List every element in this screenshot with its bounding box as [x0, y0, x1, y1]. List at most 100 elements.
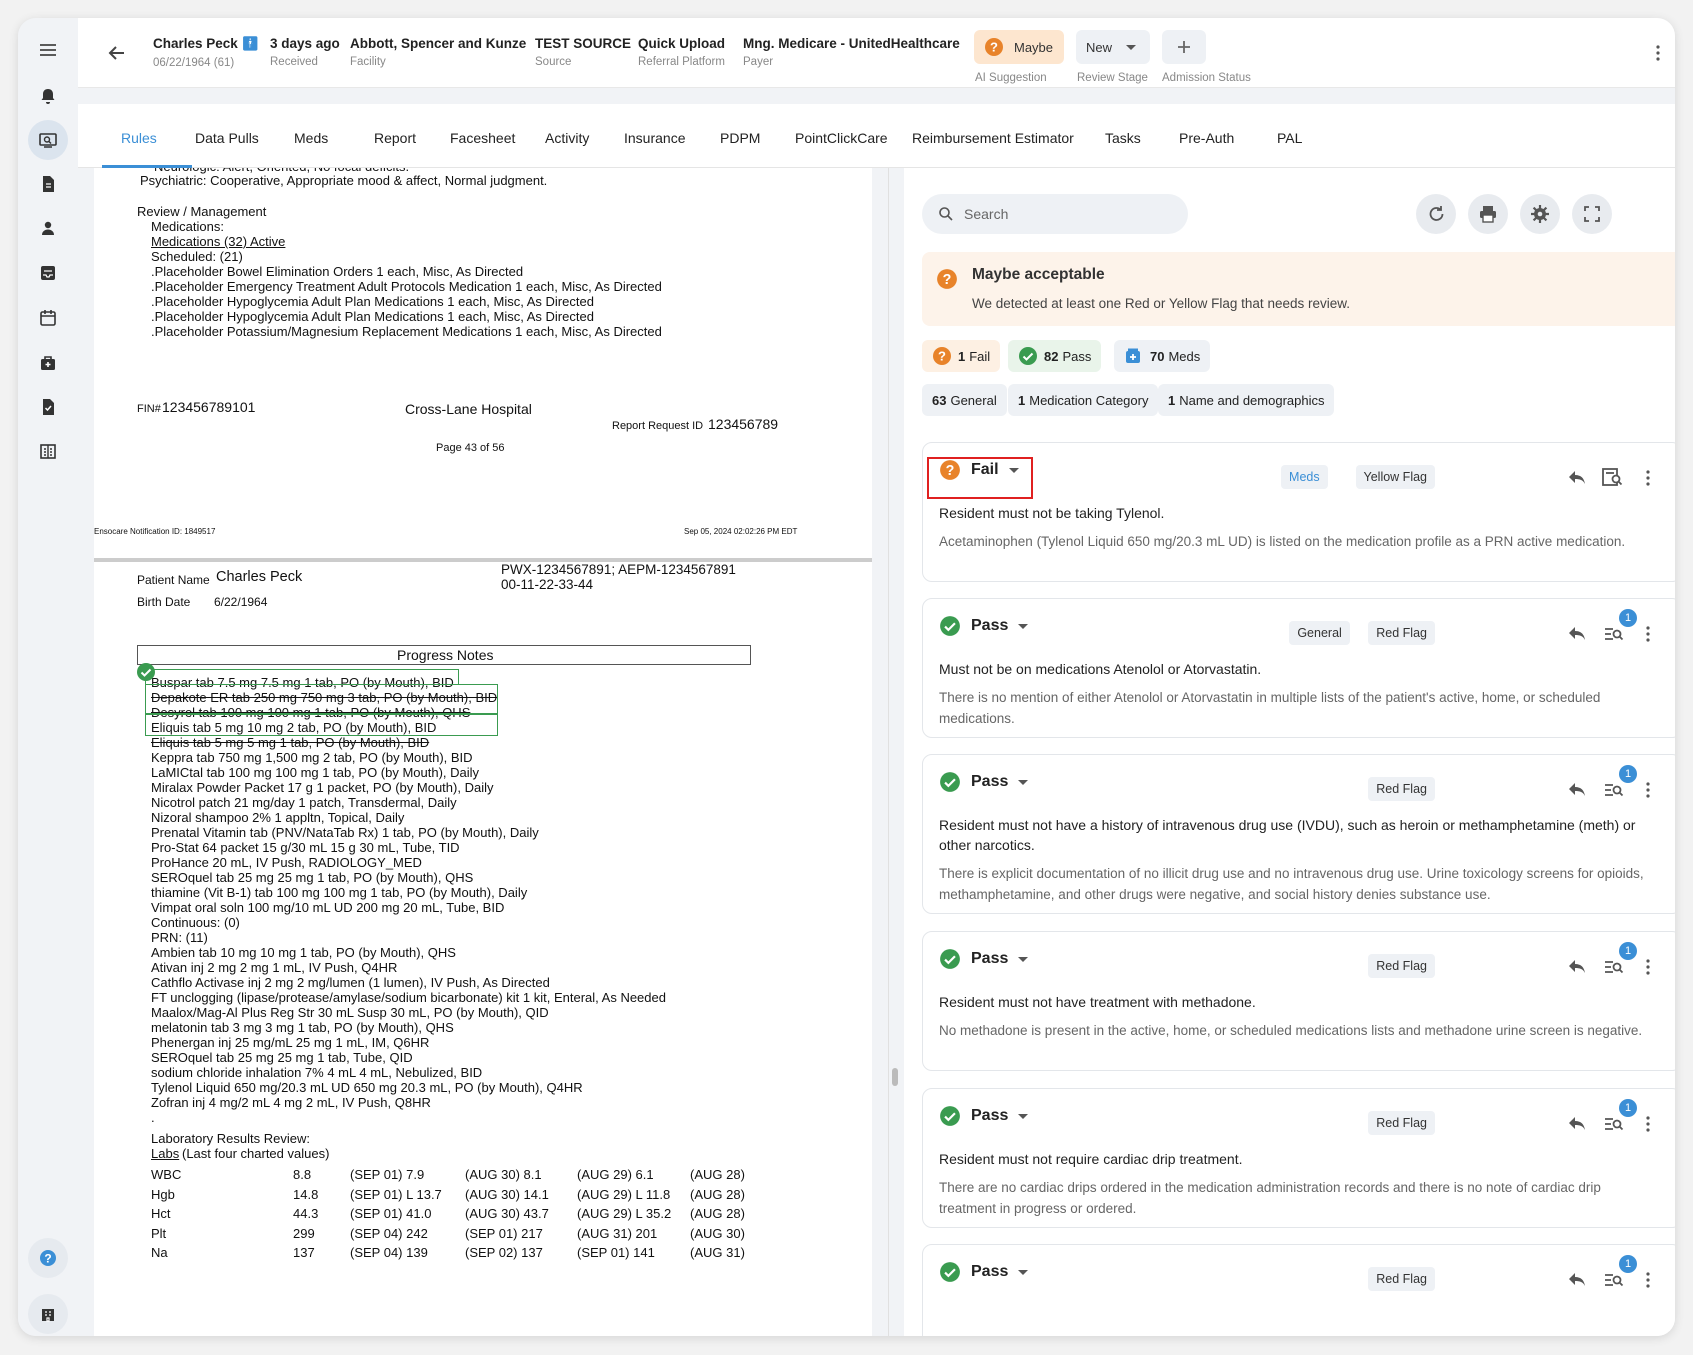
rules-panel: Search ? Maybe acceptable We detected at… — [904, 168, 1675, 1336]
rule-status-label: Pass — [971, 950, 1009, 967]
rule-status-dropdown[interactable]: ? Fail — [939, 459, 1019, 481]
page-divider — [94, 558, 872, 562]
add-admission-button[interactable] — [1162, 30, 1206, 64]
print-button[interactable] — [1468, 194, 1508, 234]
category-chip[interactable]: 1 Medication Category — [1008, 384, 1159, 416]
payer-value: Mng. Medicare - UnitedHealthcare — [743, 36, 960, 51]
rule-status-dropdown[interactable]: Pass — [939, 1105, 1029, 1127]
reply-icon[interactable] — [1567, 781, 1587, 797]
tab-data-pulls[interactable]: Data Pulls — [195, 130, 259, 146]
rule-tag[interactable]: Red Flag — [1368, 1111, 1435, 1135]
bell-icon[interactable] — [28, 76, 68, 116]
document-icon[interactable] — [28, 164, 68, 204]
checklist-icon[interactable] — [28, 387, 68, 427]
patient-info[interactable]: Charles Peck 🚹︎ 06/22/1964 (61) — [153, 36, 259, 69]
more-vert-icon[interactable] — [1645, 958, 1651, 976]
resize-handle[interactable] — [892, 1068, 898, 1086]
more-vert-icon[interactable] — [1645, 1271, 1651, 1289]
doc-lab-cell: Hgb — [151, 1186, 175, 1202]
rule-status-dropdown[interactable]: Pass — [939, 771, 1029, 793]
search-icon — [939, 207, 953, 221]
doc-match-highlight[interactable] — [145, 684, 498, 714]
referral-screen-icon[interactable] — [28, 120, 68, 160]
facility-icon[interactable] — [28, 1294, 68, 1334]
rule-status-dropdown[interactable]: Pass — [939, 948, 1029, 970]
rule-tag[interactable]: Red Flag — [1368, 777, 1435, 801]
list-search-icon[interactable] — [1603, 781, 1625, 799]
more-vert-icon[interactable] — [1645, 1115, 1651, 1133]
review-stage-select[interactable]: New — [1076, 30, 1150, 64]
more-vert-icon[interactable] — [1655, 44, 1661, 62]
document-viewer[interactable]: Neurologic: Alert, Oriented, No focal de… — [94, 168, 872, 1336]
received-info: 3 days ago Received — [270, 36, 340, 68]
pass-count: 82 — [1044, 348, 1059, 364]
tab-pre-auth[interactable]: Pre-Auth — [1179, 130, 1234, 146]
rule-tag[interactable]: General — [1289, 621, 1350, 645]
reply-icon[interactable] — [1567, 625, 1587, 641]
doc-match-highlight[interactable] — [145, 714, 498, 736]
list-search-icon[interactable] — [1603, 1115, 1625, 1133]
payer-info: Mng. Medicare - UnitedHealthcare Payer — [743, 36, 960, 68]
rule-card[interactable]: Pass Red Flag 1 Resident must not have trea… — [922, 931, 1675, 1071]
tab-activity[interactable]: Activity — [545, 130, 589, 146]
person-icon[interactable] — [28, 208, 68, 248]
rule-tag[interactable]: Meds — [1281, 465, 1328, 489]
tab-report[interactable]: Report — [374, 130, 416, 146]
rule-card[interactable]: Pass Red Flag 1 Resident must not have a hi… — [922, 754, 1675, 914]
tab-tasks[interactable]: Tasks — [1105, 130, 1141, 146]
doc-match-highlight[interactable] — [145, 669, 459, 685]
menu-icon[interactable] — [28, 30, 68, 70]
tab-pointclickcare[interactable]: PointClickCare — [795, 130, 888, 146]
pass-count-chip[interactable]: 82 Pass — [1008, 340, 1102, 372]
rule-card[interactable]: Pass Red Flag 1 Resident must not require c… — [922, 1088, 1675, 1228]
tab-pdpm[interactable]: PDPM — [720, 130, 760, 146]
tab-pal[interactable]: PAL — [1277, 130, 1302, 146]
back-arrow-icon[interactable] — [106, 42, 128, 64]
svg-text:?: ? — [990, 40, 998, 55]
help-icon[interactable]: ? — [28, 1238, 68, 1278]
document-search-icon[interactable] — [1601, 467, 1625, 487]
rule-card[interactable]: Pass Red Flag General 1 Must not be on medic… — [922, 598, 1675, 738]
category-chip[interactable]: 63 General — [922, 384, 1007, 416]
rule-card[interactable]: ? Fail Yellow Flag Meds Resident must not be… — [922, 442, 1675, 582]
tab-meds[interactable]: Meds — [294, 130, 328, 146]
category-chip[interactable]: 1 Name and demographics — [1158, 384, 1335, 416]
rule-tag[interactable]: Red Flag — [1368, 954, 1435, 978]
rule-card[interactable]: Pass Red Flag 1 — [922, 1244, 1675, 1336]
tab-rules[interactable]: Rules — [121, 130, 157, 146]
tab-reimbursement-estimator[interactable]: Reimbursement Estimator — [912, 130, 1074, 146]
rule-status-dropdown[interactable]: Pass — [939, 615, 1029, 637]
doc-lab-cell: (AUG 28) — [690, 1206, 745, 1221]
panel-splitter[interactable] — [888, 168, 889, 1336]
reply-icon[interactable] — [1567, 958, 1587, 974]
list-search-icon[interactable] — [1603, 625, 1625, 643]
ai-suggestion-pill[interactable]: ? Maybe — [974, 30, 1064, 64]
building-icon[interactable] — [28, 431, 68, 471]
more-vert-icon[interactable] — [1645, 469, 1651, 487]
rule-title: Must not be on medications Atenolol or A… — [939, 661, 1262, 677]
calendar-icon[interactable] — [28, 298, 68, 338]
rule-tag[interactable]: Yellow Flag — [1355, 465, 1435, 489]
search-input[interactable]: Search — [922, 194, 1188, 234]
tab-insurance[interactable]: Insurance — [624, 130, 685, 146]
reply-icon[interactable] — [1567, 1115, 1587, 1131]
settings-button[interactable] — [1520, 194, 1560, 234]
list-search-icon[interactable] — [1603, 958, 1625, 976]
doc-medication-line: PRN: (11) — [151, 930, 208, 945]
fail-count-chip[interactable]: ? 1 Fail — [922, 340, 1001, 372]
reply-icon[interactable] — [1567, 469, 1587, 485]
inbox-icon[interactable] — [28, 253, 68, 293]
fullscreen-button[interactable] — [1572, 194, 1612, 234]
more-vert-icon[interactable] — [1645, 781, 1651, 799]
medical-bag-icon[interactable] — [28, 343, 68, 383]
reply-icon[interactable] — [1567, 1271, 1587, 1287]
meds-count-chip[interactable]: 70 Meds — [1114, 340, 1211, 372]
tab-facesheet[interactable]: Facesheet — [450, 130, 515, 146]
rule-tag[interactable]: Red Flag — [1368, 1267, 1435, 1291]
more-vert-icon[interactable] — [1645, 625, 1651, 643]
list-search-icon[interactable] — [1603, 1271, 1625, 1289]
rule-tag[interactable]: Red Flag — [1368, 621, 1435, 645]
refresh-button[interactable] — [1416, 194, 1456, 234]
patient-name[interactable]: Charles Peck — [153, 36, 238, 51]
rule-status-dropdown[interactable]: Pass — [939, 1261, 1029, 1283]
